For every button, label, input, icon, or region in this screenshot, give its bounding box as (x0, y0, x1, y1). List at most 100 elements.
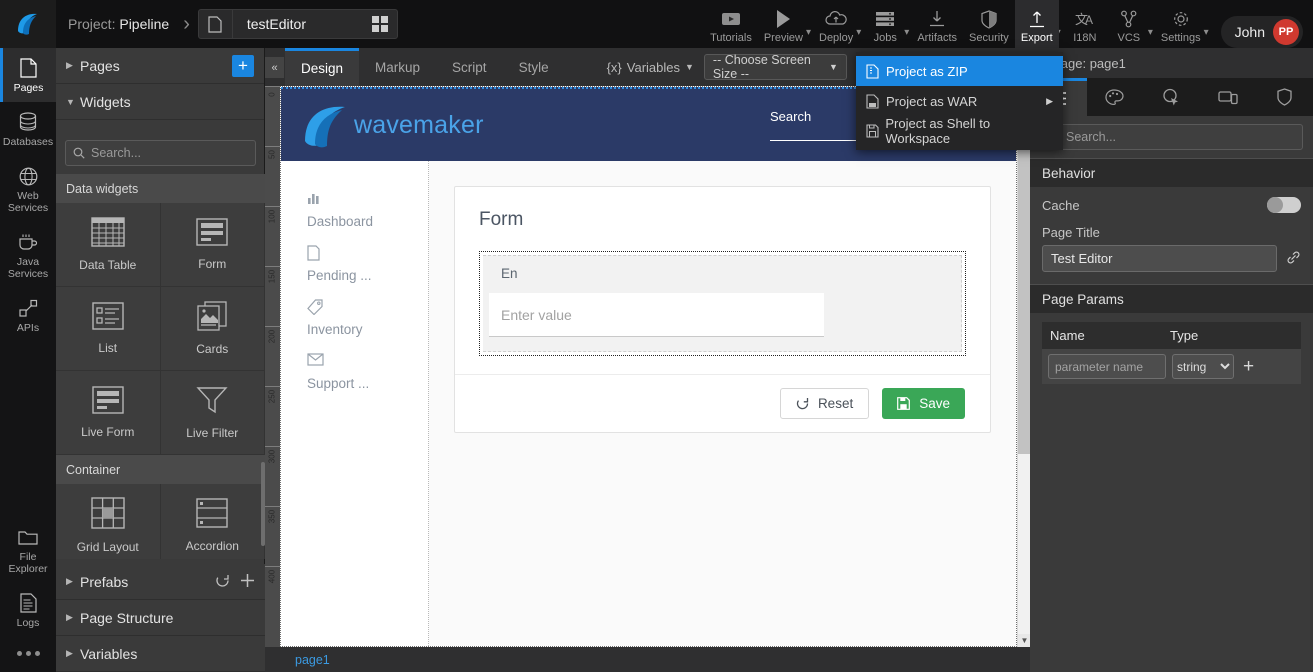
wavemaker-logo[interactable] (0, 0, 56, 48)
left-rail: Pages Databases Web Services Java Servic… (0, 48, 56, 672)
cache-toggle[interactable] (1267, 197, 1301, 213)
wave-logo-icon (299, 99, 351, 151)
nav-label: Support ... (307, 376, 428, 391)
accordion-variables[interactable]: ▶ Variables (56, 636, 265, 672)
ruler-tick: 100 (268, 204, 277, 230)
active-page-chip[interactable]: testEditor (198, 9, 398, 39)
ruler-tick: 300 (268, 444, 277, 470)
add-param-button[interactable]: + (1240, 357, 1254, 376)
nav-item-support[interactable]: Support ... (281, 345, 428, 399)
tab-security[interactable] (1256, 78, 1313, 116)
tab-events[interactable] (1143, 78, 1200, 116)
download-icon (928, 8, 946, 30)
rail-item-pages[interactable]: Pages (0, 48, 56, 102)
reset-button[interactable]: Reset (780, 388, 869, 419)
widgets-search-box[interactable] (65, 140, 256, 166)
canvas-scrollbar[interactable]: ▲ ▼ (1017, 86, 1030, 647)
accordion-widgets[interactable]: ▼ Widgets (56, 84, 264, 120)
param-type-select[interactable]: string (1172, 354, 1234, 379)
form-field-input[interactable]: Enter value (489, 293, 824, 337)
params-header-row: Name Type (1042, 322, 1301, 349)
toolbar-item-artifacts[interactable]: Artifacts (911, 0, 963, 48)
toolbar-item-jobs[interactable]: Jobs (863, 0, 907, 48)
nav-item-dashboard[interactable]: Dashboard (281, 183, 428, 237)
widgets-panel: ▶ Pages + ▼ Widgets Data widgets (56, 48, 265, 672)
toolbar-item-deploy[interactable]: Deploy (813, 0, 859, 48)
properties-search-input[interactable] (1066, 130, 1295, 144)
tab-style[interactable] (1087, 78, 1144, 116)
save-button[interactable]: Save (882, 388, 965, 419)
toolbar-item-vcs[interactable]: VCS (1107, 0, 1151, 48)
widget-list[interactable]: List (56, 287, 161, 371)
screen-size-select[interactable]: -- Choose Screen Size -- ▼ (704, 54, 847, 80)
add-prefab-icon[interactable] (240, 573, 255, 591)
page-file-icon (199, 10, 233, 38)
funnel-icon (196, 385, 228, 418)
top-toolbar: Project: Pipeline › testEditor Tutorials (0, 0, 1313, 48)
rail-bottom-group: File Explorer Logs (0, 517, 56, 672)
menu-item-project-as-shell[interactable]: Project as Shell to Workspace (856, 116, 1063, 146)
toolbar-item-settings[interactable]: Settings (1155, 0, 1207, 48)
save-disk-icon (866, 124, 885, 138)
accordion-title: Pages (80, 58, 232, 74)
accordion-page-structure[interactable]: ▶ Page Structure (56, 600, 265, 636)
menu-item-project-as-war[interactable]: Project as WAR ▶ (856, 86, 1063, 116)
nav-item-pending[interactable]: Pending ... (281, 237, 428, 291)
gear-icon (1172, 8, 1190, 30)
data-table-icon (91, 217, 125, 250)
active-page-name: testEditor (233, 16, 363, 32)
rail-item-databases[interactable]: Databases (0, 102, 56, 156)
panel-footer-accordions: ▶ Prefabs ▶ Page Structure ▶ Variables (56, 564, 265, 672)
rail-label: File Explorer (2, 551, 54, 575)
toolbar-item-export[interactable]: Export (1015, 0, 1059, 48)
rail-label: Logs (17, 617, 40, 629)
rail-item-java-services[interactable]: Java Services (0, 222, 56, 288)
user-menu[interactable]: John PP (1221, 16, 1303, 48)
tab-script[interactable]: Script (436, 48, 503, 86)
page-title-input[interactable] (1042, 245, 1277, 272)
accordion-prefabs[interactable]: ▶ Prefabs (56, 564, 265, 600)
menu-item-project-as-zip[interactable]: Project as ZIP (856, 56, 1063, 86)
devices-icon (1218, 90, 1238, 105)
widget-live-form[interactable]: Live Form (56, 371, 161, 455)
brand-name: wavemaker (354, 111, 484, 140)
tab-markup[interactable]: Markup (359, 48, 436, 86)
widget-grid-layout[interactable]: Grid Layout (56, 484, 161, 559)
rail-item-file-explorer[interactable]: File Explorer (0, 517, 56, 583)
widget-accordion[interactable]: Accordion (161, 484, 266, 559)
rail-item-logs[interactable]: Logs (0, 583, 56, 637)
toolbar-item-security[interactable]: Security (963, 0, 1015, 48)
rail-item-web-services[interactable]: Web Services (0, 156, 56, 222)
param-name-input[interactable] (1048, 354, 1166, 379)
toolbar-item-preview[interactable]: Preview (758, 0, 809, 48)
variables-button[interactable]: {x} Variables ▼ (607, 60, 694, 75)
document-icon (307, 245, 428, 261)
rail-item-apis[interactable]: APIs (0, 288, 56, 342)
nav-item-inventory[interactable]: Inventory (281, 291, 428, 345)
chevron-down-icon: ▼ (685, 62, 694, 72)
widgets-search-input[interactable] (91, 146, 248, 160)
layout-grid-icon[interactable] (363, 16, 397, 32)
cards-icon (196, 301, 228, 334)
link-icon[interactable] (1286, 250, 1301, 268)
tab-devices[interactable] (1200, 78, 1257, 116)
add-page-button[interactable]: + (232, 55, 254, 77)
status-page-label[interactable]: page1 (295, 653, 330, 667)
form-selection-outline[interactable]: En Enter value (479, 251, 966, 356)
properties-search-box[interactable] (1040, 124, 1303, 150)
widget-form[interactable]: Form (161, 203, 266, 287)
accordion-pages[interactable]: ▶ Pages + (56, 48, 264, 84)
refresh-icon[interactable] (215, 573, 230, 591)
collapse-left-panel-icon[interactable]: « (265, 57, 284, 78)
widget-data-table[interactable]: Data Table (56, 203, 161, 287)
toolbar-item-i18n[interactable]: 文A I18N (1063, 0, 1107, 48)
tab-style[interactable]: Style (503, 48, 565, 86)
tag-icon (307, 299, 428, 315)
widget-live-filter[interactable]: Live Filter (161, 371, 266, 455)
preview-content: Form En Enter value Reset (429, 161, 1016, 646)
toolbar-item-tutorials[interactable]: Tutorials (704, 0, 758, 48)
tab-design[interactable]: Design (285, 48, 359, 86)
more-options-icon[interactable] (0, 637, 56, 672)
widget-cards[interactable]: Cards (161, 287, 266, 371)
ruler-tick: 350 (268, 504, 277, 530)
